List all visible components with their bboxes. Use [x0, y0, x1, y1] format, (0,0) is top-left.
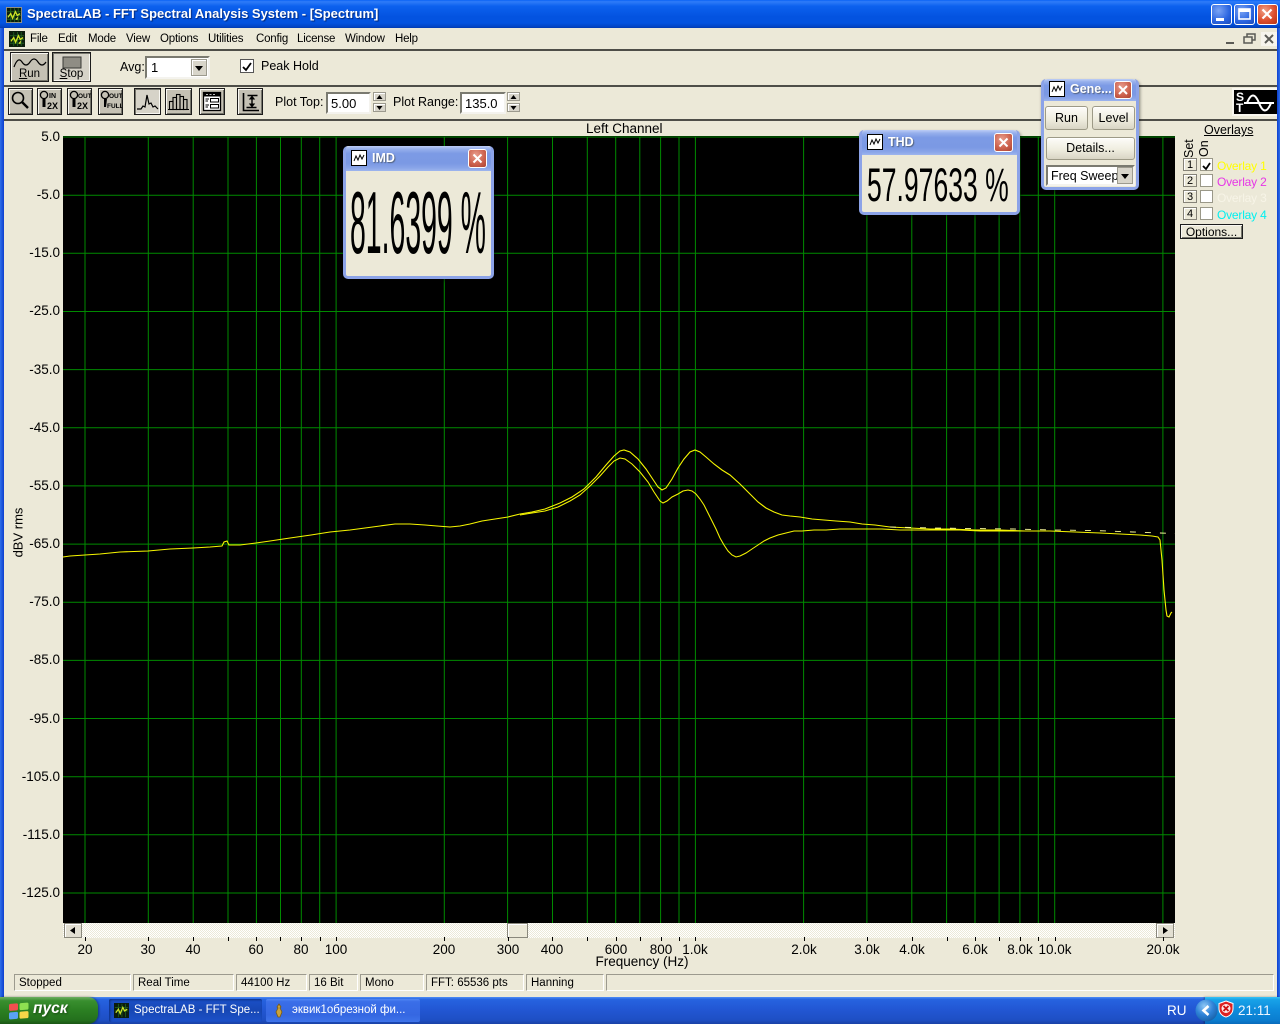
svg-text:2X: 2X — [77, 101, 88, 111]
svg-text:IN: IN — [49, 93, 56, 100]
svg-text:T: T — [1236, 101, 1244, 114]
svg-text:OUT: OUT — [109, 93, 122, 100]
svg-text:FULL: FULL — [107, 103, 122, 110]
svg-text:OUT: OUT — [78, 93, 91, 100]
svg-text:2X: 2X — [47, 101, 58, 111]
